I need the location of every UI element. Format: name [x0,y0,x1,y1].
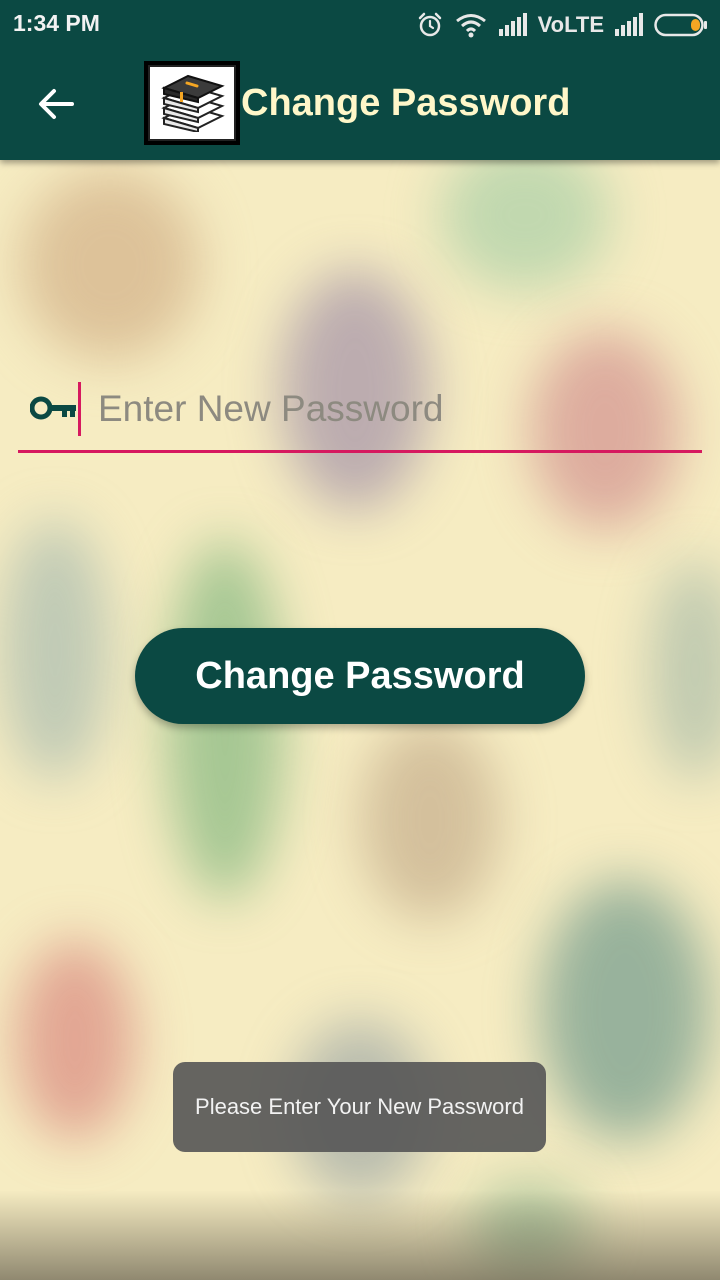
new-password-placeholder: Enter New Password [98,388,444,429]
toast-text: Please Enter Your New Password [195,1094,524,1119]
app-bar: Change Password [0,50,720,160]
wifi-icon [454,12,488,38]
toast-message: Please Enter Your New Password [173,1062,546,1152]
network-type-label: VoLTE [537,12,604,37]
alarm-icon [416,11,444,39]
status-bar: 1:34 PM VoLTE [0,0,720,50]
change-password-button[interactable]: Change Password [135,628,585,724]
status-icons: VoLTE [416,8,708,42]
page-title: Change Password [241,82,571,124]
battery-icon [654,12,708,38]
signal-icon [498,13,528,37]
new-password-field[interactable]: Enter New Password [18,380,702,454]
status-time: 1:34 PM [13,10,100,36]
key-icon [29,394,80,424]
change-password-button-label: Change Password [195,654,525,697]
books-logo-icon [156,70,228,137]
text-cursor [78,382,81,436]
app-logo [144,61,240,145]
top-bar: 1:34 PM VoLTE Change Password [0,0,720,160]
field-underline [18,450,702,453]
arrow-left-icon [38,88,74,125]
signal-icon [614,13,644,37]
back-button[interactable] [28,78,84,134]
